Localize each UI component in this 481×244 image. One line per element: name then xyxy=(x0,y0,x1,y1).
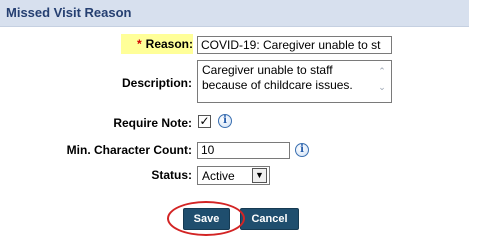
require-note-checkbox[interactable]: ✓ xyxy=(198,115,211,128)
section-title: Missed Visit Reason xyxy=(6,5,132,20)
reason-label: * Reason: xyxy=(121,34,193,54)
cancel-button[interactable]: Cancel xyxy=(240,208,299,230)
status-select[interactable]: Active ▼ xyxy=(197,166,270,185)
reason-label-text: Reason: xyxy=(145,37,193,51)
scroll-down-icon[interactable]: ⌄ xyxy=(375,79,389,95)
status-label: Status: xyxy=(151,168,192,182)
info-icon[interactable]: i xyxy=(218,114,232,128)
reason-input[interactable]: COVID-19: Caregiver unable to st xyxy=(197,36,392,54)
chevron-down-icon[interactable]: ▼ xyxy=(252,168,267,183)
info-icon[interactable]: i xyxy=(295,143,309,157)
save-button[interactable]: Save xyxy=(183,208,230,230)
checkmark-icon: ✓ xyxy=(199,114,210,128)
require-note-label: Require Note: xyxy=(113,116,192,130)
min-character-count-input[interactable]: 10 xyxy=(197,142,290,159)
scroll-up-icon[interactable]: ⌃ xyxy=(375,63,389,79)
description-textarea[interactable]: Caregiver unable to staff because of chi… xyxy=(197,60,392,103)
min-character-count-label: Min. Character Count: xyxy=(66,143,192,157)
section-header: Missed Visit Reason xyxy=(0,0,469,27)
required-marker: * xyxy=(136,37,142,51)
status-selected-value: Active xyxy=(202,169,235,183)
textarea-scrollbar[interactable]: ⌃ ⌄ xyxy=(375,63,389,100)
description-label: Description: xyxy=(121,76,192,90)
description-text: Caregiver unable to staff because of chi… xyxy=(202,63,353,92)
